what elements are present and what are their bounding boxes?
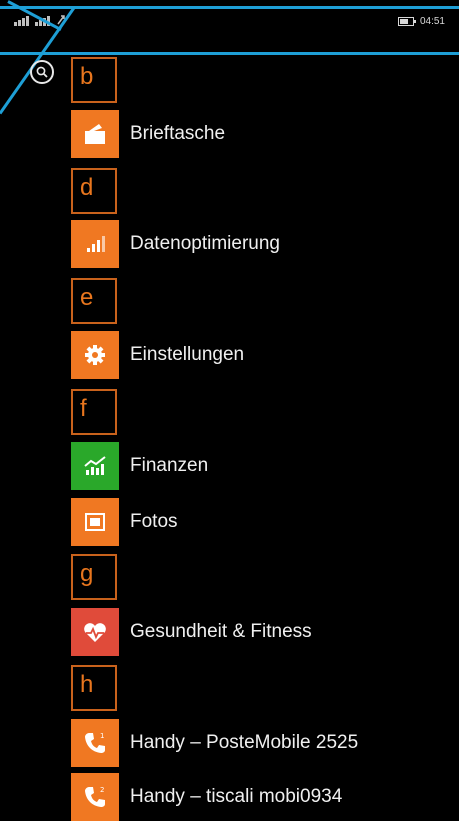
letter-h: h bbox=[71, 665, 117, 711]
data-sense-tile bbox=[71, 220, 119, 268]
phone-icon: 1 bbox=[85, 732, 105, 753]
svg-text:2: 2 bbox=[100, 786, 104, 794]
finance-chart-icon bbox=[84, 456, 106, 475]
app-label: Brieftasche bbox=[130, 123, 226, 144]
letter-tile-f[interactable]: f bbox=[71, 389, 117, 435]
search-icon bbox=[36, 66, 48, 78]
app-item-handy-tiscali[interactable]: 2 Handy – tiscali mobi0934 bbox=[71, 773, 342, 821]
app-item-handy-postemobile[interactable]: 1 Handy – PosteMobile 2525 bbox=[71, 719, 358, 767]
app-label: Handy – PosteMobile 2525 bbox=[130, 732, 359, 753]
signal-strength-icon bbox=[14, 16, 29, 26]
photos-icon bbox=[85, 513, 105, 531]
photos-tile bbox=[71, 498, 119, 546]
health-tile bbox=[71, 608, 119, 656]
app-label: Einstellungen bbox=[130, 344, 245, 365]
app-label: Datenoptimierung bbox=[130, 233, 280, 254]
letter-tile-e[interactable]: e bbox=[71, 278, 117, 324]
finance-tile bbox=[71, 442, 119, 490]
app-item-gesundheit-fitness[interactable]: Gesundheit & Fitness bbox=[71, 608, 312, 656]
phone-icon: 2 bbox=[85, 786, 105, 807]
letter-tile-h[interactable]: h bbox=[71, 665, 117, 711]
letter-d: d bbox=[71, 168, 117, 214]
letter-tile-b[interactable]: b bbox=[71, 57, 117, 103]
annotation-line-top bbox=[0, 6, 459, 9]
letter-tile-d[interactable]: d bbox=[71, 168, 117, 214]
app-label: Fotos bbox=[130, 511, 178, 532]
gear-icon bbox=[85, 345, 105, 365]
app-item-datenoptimierung[interactable]: Datenoptimierung bbox=[71, 220, 280, 268]
svg-text:1: 1 bbox=[100, 732, 104, 740]
annotation-line-mid bbox=[0, 52, 459, 55]
letter-f: f bbox=[71, 389, 117, 435]
data-sense-icon bbox=[87, 236, 105, 252]
search-button[interactable] bbox=[30, 60, 54, 84]
app-label: Handy – tiscali mobi0934 bbox=[130, 786, 343, 807]
app-label: Finanzen bbox=[130, 455, 209, 476]
settings-tile bbox=[71, 331, 119, 379]
app-item-brieftasche[interactable]: Brieftasche bbox=[71, 110, 225, 158]
letter-tile-g[interactable]: g bbox=[71, 554, 117, 600]
phone-tile: 1 bbox=[71, 719, 119, 767]
heart-pulse-icon bbox=[84, 623, 106, 642]
letter-g: g bbox=[71, 554, 117, 600]
app-item-einstellungen[interactable]: Einstellungen bbox=[71, 331, 244, 379]
status-time: 04:51 bbox=[419, 16, 445, 27]
wallet-tile bbox=[71, 110, 119, 158]
phone-tile: 2 bbox=[71, 773, 119, 821]
app-item-finanzen[interactable]: Finanzen bbox=[71, 442, 208, 490]
battery-icon bbox=[397, 17, 416, 26]
app-item-fotos[interactable]: Fotos bbox=[71, 498, 178, 546]
wallet-icon bbox=[85, 124, 105, 144]
letter-b: b bbox=[71, 57, 117, 103]
letter-e: e bbox=[71, 278, 117, 324]
app-label: Gesundheit & Fitness bbox=[130, 621, 312, 642]
status-icons-right: 04:51 bbox=[397, 16, 445, 27]
